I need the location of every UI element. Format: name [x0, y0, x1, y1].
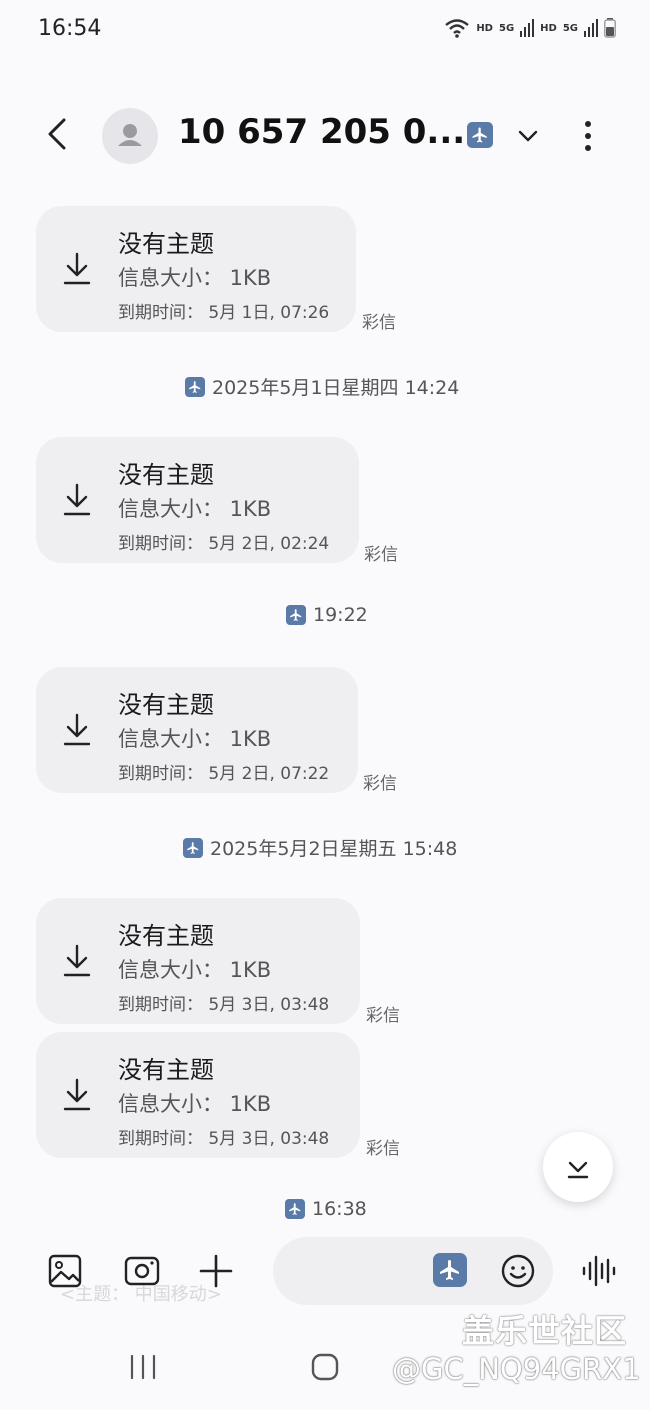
- date-separator: 2025年5月1日星期四 14:24: [185, 373, 459, 400]
- message-subject: 没有主题: [118, 1056, 214, 1084]
- watermark-user: @GC_NQ94GRX1: [392, 1352, 641, 1386]
- date-separator: 2025年5月2日星期五 15:48: [183, 834, 457, 861]
- download-icon[interactable]: [62, 711, 92, 747]
- camera-icon[interactable]: [122, 1251, 162, 1291]
- voice-icon[interactable]: [578, 1251, 618, 1291]
- chevron-down-icon: [567, 1161, 589, 1179]
- signal-icon-2: [584, 19, 598, 37]
- message-subject: 没有主题: [118, 691, 214, 719]
- message-size: 信息大小： 1KB: [118, 958, 272, 982]
- airplane-icon: [285, 1199, 305, 1219]
- wifi-icon: [445, 19, 470, 38]
- airplane-icon: [183, 837, 203, 858]
- airplane-icon: [286, 605, 306, 625]
- back-arrow-icon[interactable]: [36, 112, 80, 156]
- mms-bubble[interactable]: 没有主题 信息大小： 1KB 到期时间： 5月 2日, 02:24: [36, 437, 359, 563]
- mms-type-label: 彩信: [363, 774, 397, 794]
- mms-type-label: 彩信: [366, 1006, 400, 1026]
- message-size: 信息大小： 1KB: [118, 266, 272, 290]
- download-icon[interactable]: [62, 250, 92, 286]
- 5g-label-2: 5G: [562, 22, 578, 34]
- status-icons: HD 5G HD 5G: [444, 18, 616, 38]
- mms-type-label: 彩信: [362, 313, 396, 333]
- message-size: 信息大小： 1KB: [118, 1092, 272, 1116]
- mms-bubble[interactable]: 没有主题 信息大小： 1KB 到期时间： 5月 3日, 03:48: [36, 898, 360, 1024]
- scroll-to-bottom-button[interactable]: [543, 1132, 613, 1202]
- message-expiry: 到期时间： 5月 2日, 02:24: [118, 534, 330, 554]
- signal-icon-1: [520, 19, 535, 37]
- message-subject: 没有主题: [118, 922, 214, 950]
- download-icon[interactable]: [62, 481, 92, 517]
- chevron-down-icon[interactable]: [514, 122, 542, 150]
- airplane-icon: [185, 376, 205, 397]
- message-size: 信息大小： 1KB: [118, 497, 272, 521]
- date-text: 2025年5月1日星期四 14:24: [212, 377, 460, 399]
- mms-type-label: 彩信: [364, 545, 398, 565]
- date-separator: 19:22: [286, 604, 368, 626]
- mms-bubble[interactable]: 没有主题 信息大小： 1KB 到期时间： 5月 3日, 03:48: [36, 1032, 360, 1158]
- watermark-title: 盖乐世社区: [462, 1312, 628, 1350]
- contact-avatar[interactable]: [102, 108, 158, 164]
- emoji-icon[interactable]: [498, 1251, 538, 1291]
- message-expiry: 到期时间： 5月 1日, 07:26: [118, 303, 330, 323]
- hd-label-1: HD: [476, 22, 493, 34]
- hd-label-2: HD: [540, 22, 557, 34]
- mms-bubble[interactable]: 没有主题 信息大小： 1KB 到期时间： 5月 2日, 07:22: [36, 667, 358, 793]
- conversation-title[interactable]: 10 657 205 0...: [178, 112, 465, 152]
- date-separator: 16:38: [285, 1198, 367, 1220]
- 5g-label-1: 5G: [498, 22, 515, 34]
- date-text: 2025年5月2日星期五 15:48: [210, 838, 458, 860]
- recent-apps-icon[interactable]: [128, 1354, 158, 1380]
- date-text: 19:22: [313, 604, 368, 626]
- gallery-icon[interactable]: [45, 1251, 85, 1291]
- message-expiry: 到期时间： 5月 3日, 03:48: [118, 1129, 330, 1149]
- contact-avatar-icon: [118, 124, 142, 146]
- mms-type-label: 彩信: [366, 1139, 400, 1159]
- download-icon[interactable]: [62, 942, 92, 978]
- home-icon[interactable]: [310, 1352, 340, 1382]
- more-vert-icon[interactable]: [578, 118, 598, 154]
- date-text: 16:38: [312, 1198, 367, 1220]
- battery-icon: [604, 18, 616, 38]
- airplane-icon: [467, 122, 493, 148]
- mms-bubble[interactable]: 没有主题 信息大小： 1KB 到期时间： 5月 1日, 07:26: [36, 206, 356, 332]
- message-size: 信息大小： 1KB: [118, 727, 272, 751]
- message-subject: 没有主题: [118, 230, 214, 258]
- download-icon[interactable]: [62, 1076, 92, 1112]
- message-subject: 没有主题: [118, 461, 214, 489]
- status-time: 16:54: [38, 16, 102, 41]
- message-expiry: 到期时间： 5月 3日, 03:48: [118, 995, 330, 1015]
- message-expiry: 到期时间： 5月 2日, 07:22: [118, 764, 330, 784]
- plus-icon[interactable]: [196, 1251, 236, 1291]
- airplane-icon[interactable]: [433, 1253, 467, 1287]
